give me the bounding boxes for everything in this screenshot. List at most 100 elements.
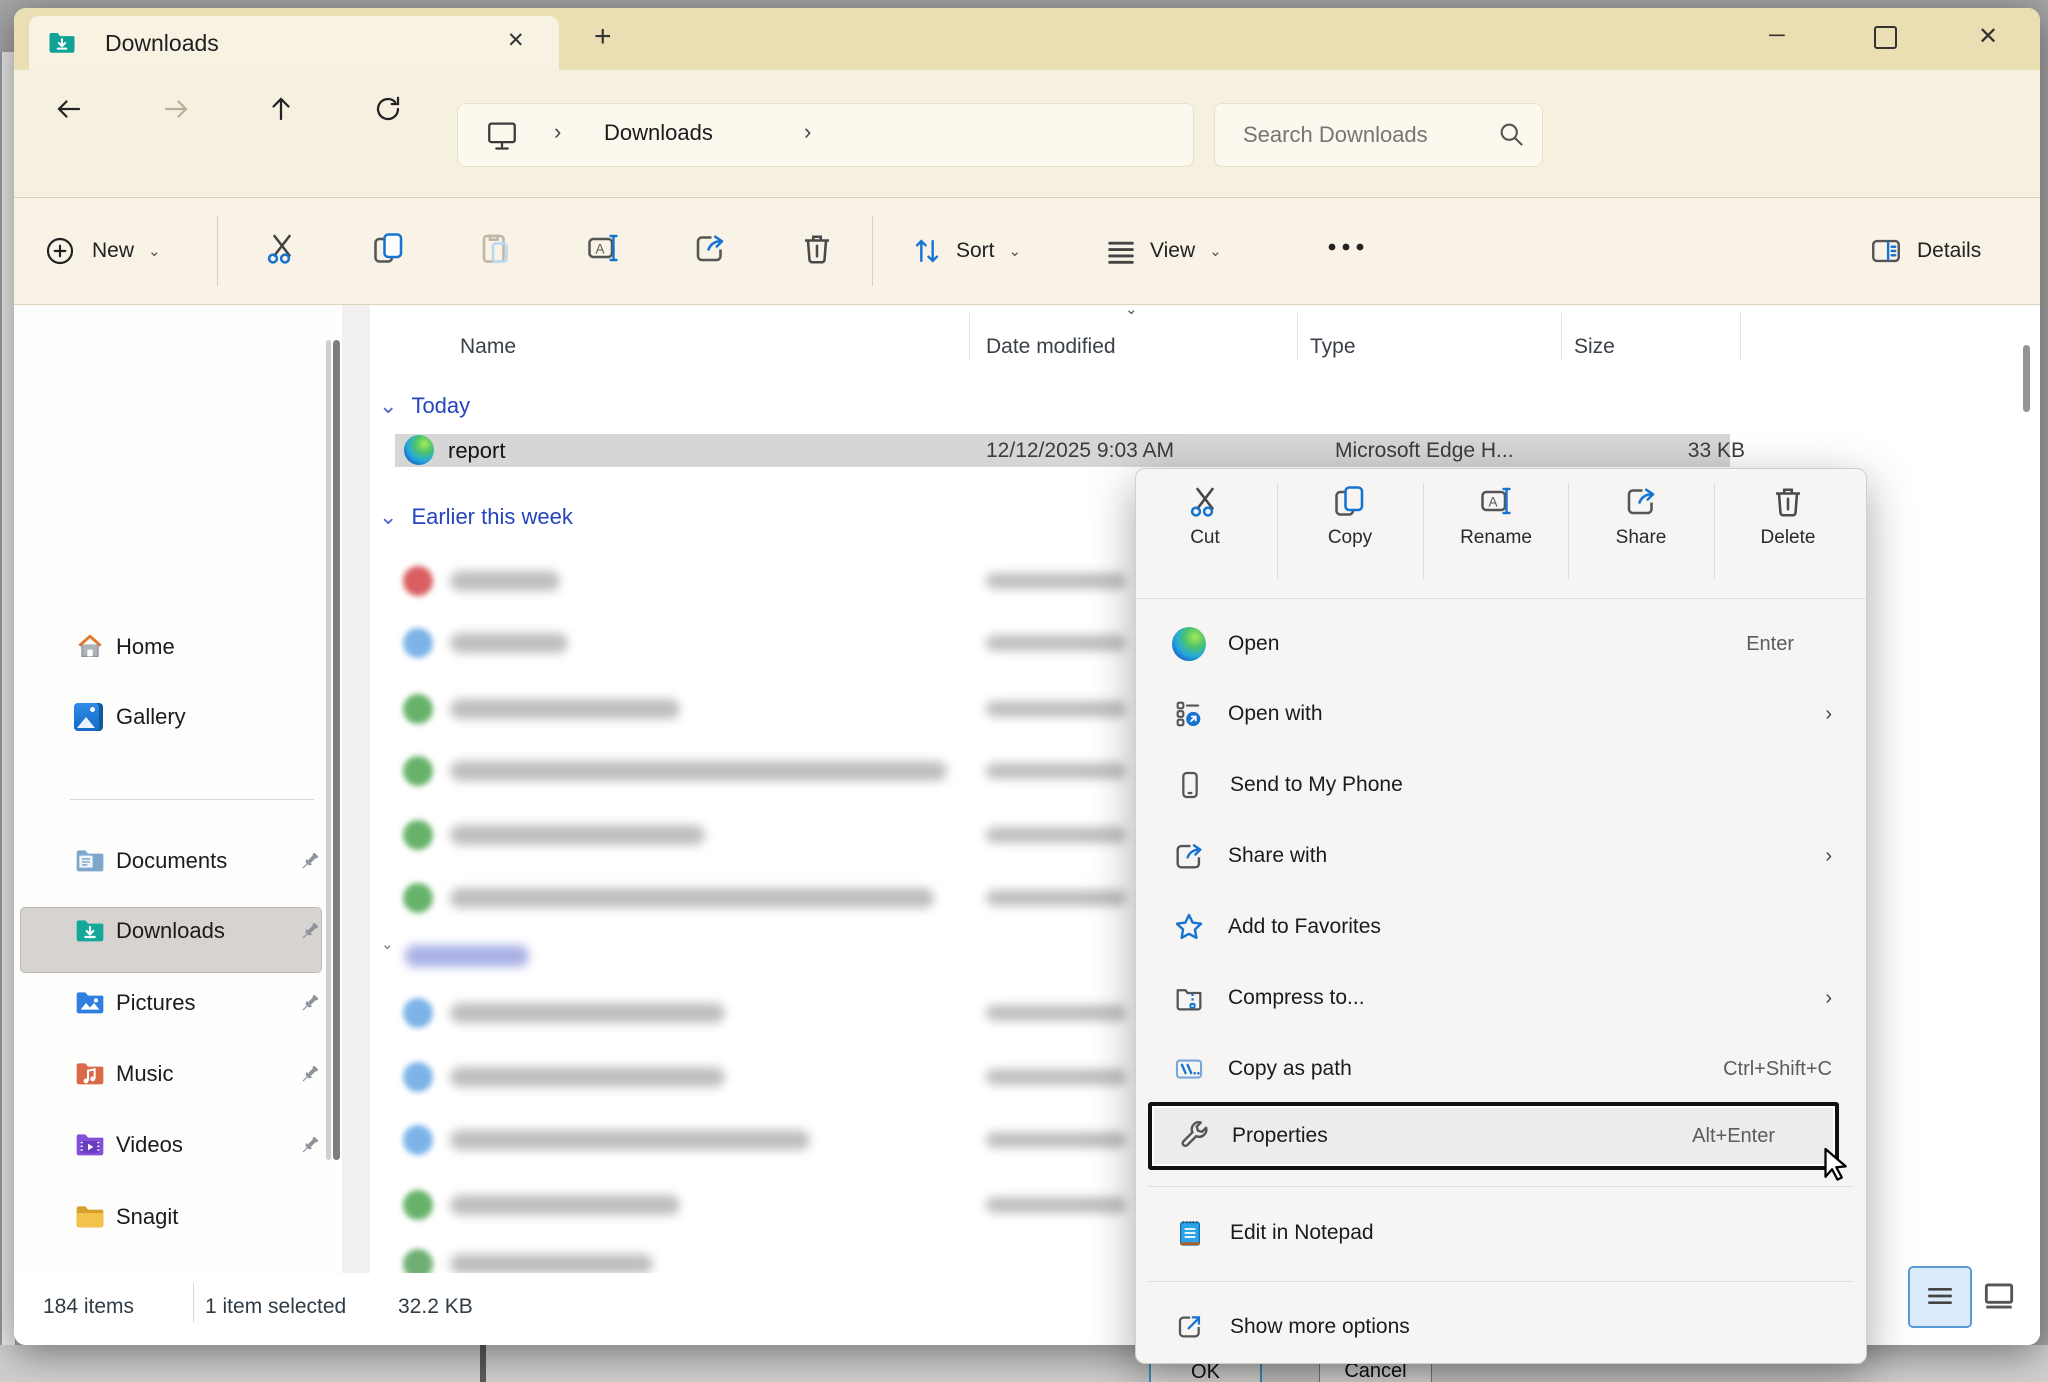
icons-view-toggle[interactable] <box>1980 1277 2018 1315</box>
tab-downloads[interactable]: Downloads ✕ <box>29 16 559 70</box>
pin-icon <box>293 1057 327 1091</box>
menu-item-add-to-favorites[interactable]: Add to Favorites <box>1136 893 1866 961</box>
sidebar-item-documents[interactable]: Documents <box>74 845 227 877</box>
file-date: 12/12/2025 9:03 AM <box>986 439 1174 463</box>
sidebar-item-label: Pictures <box>116 990 195 1016</box>
sidebar-scrollbar-track[interactable] <box>326 340 331 1160</box>
sidebar-item-home[interactable]: Home <box>74 631 175 663</box>
menu-item-show-more-options[interactable]: Show more options <box>1136 1293 1866 1361</box>
collapse-chevron-icon[interactable]: ⌄ <box>379 393 397 419</box>
tab-title: Downloads <box>105 30 219 57</box>
group-header-today[interactable]: ⌄ Today <box>379 393 470 419</box>
sidebar-item-videos[interactable]: Videos <box>74 1129 183 1161</box>
menu-item-label: Edit in Notepad <box>1230 1221 1374 1245</box>
file-row-report[interactable]: report 12/12/2025 9:03 AM Microsoft Edge… <box>395 434 1730 467</box>
cut-button[interactable]: Cut <box>1160 483 1250 549</box>
copy-icon[interactable] <box>371 230 407 266</box>
menu-item-open[interactable]: Open Enter <box>1136 610 1866 678</box>
sidebar-item-music[interactable]: Music <box>74 1058 173 1090</box>
copy-button[interactable]: Copy <box>1305 483 1395 549</box>
column-separator[interactable] <box>1297 313 1298 361</box>
collapse-chevron-icon[interactable]: ⌄ <box>381 935 394 953</box>
up-icon[interactable] <box>266 94 296 124</box>
file-list-scrollbar-thumb[interactable] <box>2023 345 2030 412</box>
minimize-icon[interactable]: ─ <box>1769 22 1785 48</box>
group-header-earlier[interactable]: ⌄ Earlier this week <box>379 504 573 530</box>
new-button[interactable]: New ⌄ <box>44 226 161 276</box>
column-header-name[interactable]: Name <box>460 335 516 359</box>
menu-item-send-to-phone[interactable]: Send to My Phone <box>1136 751 1866 819</box>
sort-button[interactable]: Sort ⌄ <box>910 226 1021 276</box>
sidebar-item-pictures[interactable]: Pictures <box>74 987 195 1019</box>
details-button[interactable]: Details <box>1869 226 1981 276</box>
submenu-chevron-icon: › <box>1825 987 1832 1010</box>
share-icon[interactable] <box>692 230 728 266</box>
breadcrumb-chevron-icon[interactable]: › <box>554 119 561 145</box>
sidebar-item-label: Gallery <box>116 704 186 730</box>
file-name: report <box>448 438 505 464</box>
details-view-toggle[interactable] <box>1908 1266 1972 1328</box>
toolbar-separator <box>217 216 218 286</box>
column-header-type[interactable]: Type <box>1310 335 1356 359</box>
new-tab-icon[interactable]: + <box>594 20 612 54</box>
pin-icon <box>293 1128 327 1162</box>
share-button-label: Share <box>1596 527 1686 549</box>
delete-button[interactable]: Delete <box>1740 483 1836 549</box>
menu-item-label: Properties <box>1232 1124 1328 1148</box>
menu-item-properties[interactable]: Properties Alt+Enter <box>1148 1102 1839 1170</box>
items-count: 184 items <box>43 1295 134 1319</box>
menu-item-edit-in-notepad[interactable]: Edit in Notepad <box>1136 1199 1866 1267</box>
paste-icon[interactable] <box>478 230 514 266</box>
share-button[interactable]: Share <box>1596 483 1686 549</box>
downloads-folder-icon <box>47 28 77 58</box>
menu-item-copy-as-path[interactable]: Copy as path Ctrl+Shift+C <box>1136 1035 1866 1103</box>
menu-item-label: Send to My Phone <box>1230 773 1403 797</box>
column-header-date[interactable]: Date modified <box>986 335 1116 359</box>
menu-item-share-with[interactable]: Share with › <box>1136 822 1866 890</box>
search-icon[interactable] <box>1497 120 1525 148</box>
cut-icon[interactable] <box>264 230 300 266</box>
column-separator[interactable] <box>1740 313 1741 361</box>
rename-icon[interactable]: A <box>585 230 621 266</box>
menu-item-label: Copy as path <box>1228 1057 1352 1081</box>
sidebar-item-snagit[interactable]: Snagit <box>74 1201 178 1233</box>
forward-icon[interactable] <box>161 94 191 124</box>
pin-icon <box>293 844 327 878</box>
sidebar-item-label: Videos <box>116 1132 183 1158</box>
close-icon[interactable]: ✕ <box>1978 22 1998 51</box>
pane-splitter[interactable] <box>342 305 370 1273</box>
sidebar-divider <box>70 799 314 800</box>
breadcrumb-downloads[interactable]: Downloads <box>604 120 713 146</box>
compress-icon <box>1172 981 1206 1015</box>
column-separator[interactable] <box>1561 313 1562 361</box>
back-icon[interactable] <box>54 94 84 124</box>
address-bar[interactable]: › Downloads › <box>457 103 1194 167</box>
chevron-down-icon: ⌄ <box>1009 242 1022 260</box>
share-icon <box>1172 839 1206 873</box>
menu-item-shortcut: Enter <box>1746 633 1794 656</box>
phone-icon <box>1174 769 1206 801</box>
maximize-icon[interactable] <box>1874 26 1897 49</box>
sidebar-item-gallery[interactable]: Gallery <box>74 701 186 733</box>
search-input[interactable] <box>1241 116 1485 154</box>
more-options-icon[interactable] <box>1324 238 1368 256</box>
menu-item-compress-to[interactable]: Compress to... › <box>1136 964 1866 1032</box>
delete-icon[interactable] <box>799 230 835 266</box>
menu-item-label: Open <box>1228 632 1279 656</box>
sidebar-item-downloads[interactable]: Downloads <box>74 915 225 947</box>
menu-item-open-with[interactable]: Open with › <box>1136 680 1866 748</box>
tab-bar: Downloads ✕ + ─ ✕ <box>14 8 2040 70</box>
rename-button[interactable]: A Rename <box>1451 483 1541 549</box>
star-icon <box>1172 910 1206 944</box>
tab-close-icon[interactable]: ✕ <box>507 28 525 53</box>
column-header-size[interactable]: Size <box>1574 335 1615 359</box>
search-box[interactable] <box>1214 103 1543 167</box>
collapse-chevron-icon[interactable]: ⌄ <box>379 504 397 530</box>
sidebar-scrollbar-thumb[interactable] <box>333 340 340 1160</box>
chevron-down-icon: ⌄ <box>1209 242 1222 260</box>
sidebar-item-label: Home <box>116 634 175 660</box>
view-button[interactable]: View ⌄ <box>1104 226 1222 276</box>
refresh-icon[interactable] <box>373 94 403 124</box>
breadcrumb-chevron-icon-2[interactable]: › <box>804 119 811 145</box>
column-separator[interactable] <box>969 313 970 361</box>
